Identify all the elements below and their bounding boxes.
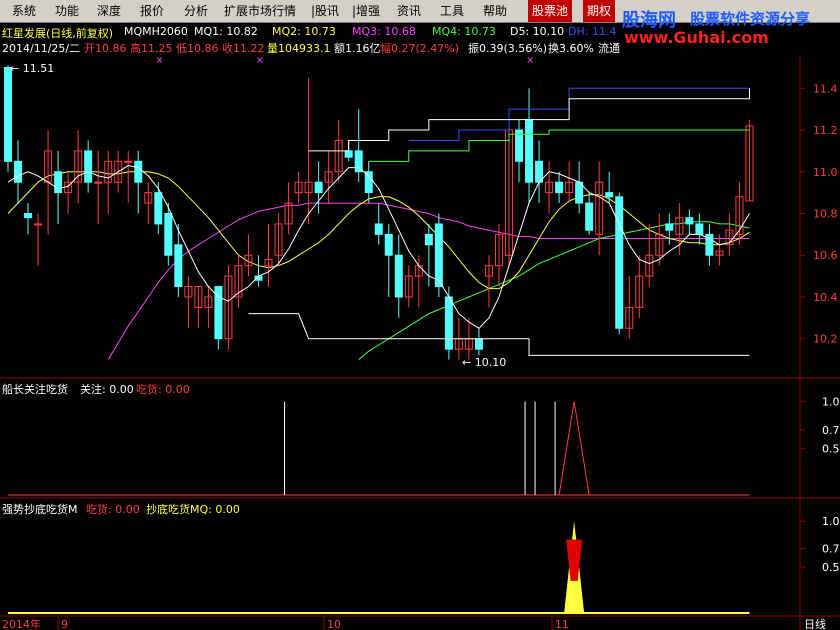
p2-y-tick-label: 0.5 <box>822 443 840 456</box>
step-line-mq2 <box>368 129 750 162</box>
ma-white-line <box>7 164 750 329</box>
candle-body <box>555 181 564 194</box>
candle-body <box>54 171 63 194</box>
candle-body <box>374 223 383 235</box>
candle-body <box>515 129 524 162</box>
y-tick-label: 10.8 <box>813 208 838 221</box>
x-axis-year: 2014年 <box>2 617 41 630</box>
y-tick-label: 11.2 <box>813 124 838 137</box>
candle-body <box>24 213 33 219</box>
candle-body <box>615 196 624 329</box>
candle-body <box>84 150 93 183</box>
candle-body <box>434 223 443 288</box>
x-month-label: 9 <box>61 618 68 630</box>
y-tick-label: 11.4 <box>813 82 838 95</box>
candle-body <box>134 160 143 183</box>
candle-body <box>14 160 23 183</box>
candle-body <box>474 338 483 350</box>
y-tick-label: 10.4 <box>813 291 838 304</box>
candle-body <box>364 171 373 194</box>
p2-y-tick-label: 0.7 <box>822 424 840 437</box>
chart-canvas: 10.2 10.4 10.6 10.8 11.0 11.2 11.4 × × × ← 11.51 ← … <box>0 55 840 630</box>
x-month-label: 11 <box>555 618 569 630</box>
max-price-label: ← 11.51 <box>10 62 54 75</box>
y-tick-label: 11.0 <box>813 166 838 179</box>
candle-body <box>444 296 453 350</box>
p2-eat-signal <box>558 401 590 496</box>
candle-body <box>695 223 704 235</box>
p3-y-tick-label: 0.5 <box>822 561 840 574</box>
candle-body <box>605 192 614 198</box>
candle-body <box>384 233 393 256</box>
candle-body <box>665 223 674 231</box>
min-price-label: ← 10.10 <box>462 356 506 369</box>
x-month-label: 10 <box>327 618 341 630</box>
candle-body <box>34 223 43 226</box>
p3-y-tick-label: 0.7 <box>822 543 840 556</box>
y-tick-label: 10.2 <box>813 333 838 346</box>
signal-marker: × <box>526 55 534 66</box>
step-line-mq4 <box>408 87 750 141</box>
candle-body <box>154 192 163 225</box>
candle-body <box>424 233 433 246</box>
candle-body <box>585 202 594 231</box>
p3-y-tick-label: 1.0 <box>822 515 840 528</box>
p3-baseline <box>8 612 750 614</box>
candle-body <box>354 150 363 173</box>
signal-marker: × <box>256 55 264 66</box>
candle-body <box>174 244 183 288</box>
candle-body <box>525 119 534 183</box>
candle-body <box>94 181 103 184</box>
stock-chart-window: 系统 功能 深度 报价 分析 扩展市场行情 |股讯 |增强 资讯 工具 帮助 股票池 期权 股海网 股票… <box>0 0 840 630</box>
candle-body <box>164 213 173 256</box>
candle-body <box>394 254 403 298</box>
p2-y-tick-label: 1.0 <box>822 395 840 408</box>
period-label: 日线 <box>804 617 826 630</box>
signal-marker: × <box>155 55 163 66</box>
support-step-line <box>248 313 750 356</box>
candle-body <box>685 217 694 225</box>
candle-body <box>344 150 353 158</box>
y-tick-label: 10.6 <box>813 249 838 262</box>
candle-body <box>124 160 133 163</box>
candle-body <box>314 181 323 194</box>
candle-body <box>4 66 12 162</box>
